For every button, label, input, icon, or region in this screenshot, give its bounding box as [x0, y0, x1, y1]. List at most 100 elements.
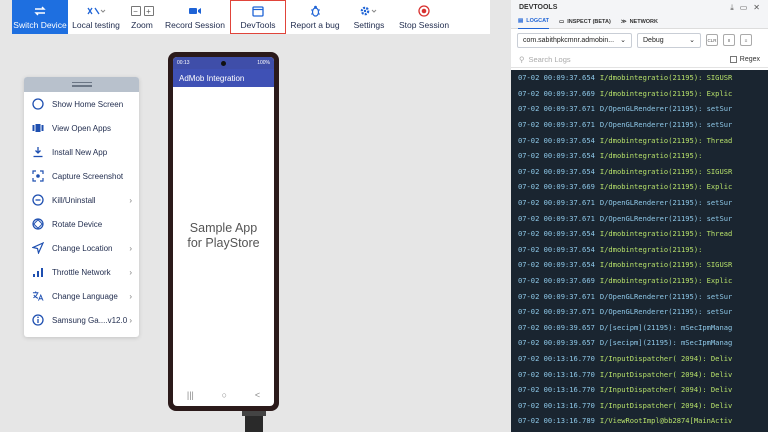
menu-item-install-new-app[interactable]: Install New App	[24, 140, 139, 164]
log-timestamp: 07-02 00:13:16.789	[518, 416, 595, 426]
devtools-button[interactable]: DevTools	[230, 0, 286, 34]
chevron-right-icon: ›	[129, 315, 132, 325]
log-line: 07-02 00:09:37.671 D/OpenGLRenderer(21195…	[511, 195, 768, 211]
local-testing-label: Local testing	[72, 20, 120, 30]
log-message: D/OpenGLRenderer(21195): setSur	[599, 307, 733, 317]
devtools-title: DEVTOOLS	[519, 4, 558, 11]
zoom-icon: − +	[130, 4, 154, 18]
log-timestamp: 07-02 00:09:37.654	[518, 244, 595, 254]
wrap-logs-button[interactable]: ≡	[740, 34, 752, 46]
zoom-label: Zoom	[131, 20, 153, 30]
log-line: 07-02 00:13:16.770 I/InputDispatcher( 209…	[511, 397, 768, 413]
log-timestamp: 07-02 00:09:37.671	[518, 104, 595, 114]
log-line: 07-02 00:09:37.669 I/dmobintegratio(21195…	[511, 179, 768, 195]
menu-drag-handle[interactable]	[24, 77, 139, 92]
devtools-window-icon	[252, 4, 264, 18]
language-icon	[32, 290, 44, 302]
clear-logs-button[interactable]: CLR	[706, 34, 718, 46]
android-nav-bar: ||| ○ <	[173, 384, 274, 406]
zoom-in-button[interactable]: +	[143, 6, 154, 16]
menu-item-change-location[interactable]: Change Location ›	[24, 236, 139, 260]
chevron-right-icon: ›	[129, 243, 132, 253]
drag-handle-icon	[71, 82, 92, 87]
menu-item-label: Capture Screenshot	[52, 171, 124, 181]
regex-checkbox[interactable]	[729, 55, 737, 63]
log-timestamp: 07-02 00:09:37.671	[518, 307, 595, 317]
log-level-select[interactable]: Debug ⌄	[637, 32, 701, 48]
package-select-value: com.sabithpkcmnr.admobin...	[523, 36, 615, 44]
log-output[interactable]: 07-02 00:09:37.654 I/dmobintegratio(21195…	[511, 70, 768, 432]
switch-arrows-icon	[33, 4, 47, 18]
log-line: 07-02 00:09:37.671 D/OpenGLRenderer(21195…	[511, 210, 768, 226]
tab-network[interactable]: ≫ NETWORK	[621, 15, 658, 29]
log-line: 07-02 00:09:37.671 D/OpenGLRenderer(21195…	[511, 288, 768, 304]
menu-item-kill-uninstall[interactable]: Kill/Uninstall ›	[24, 188, 139, 212]
menu-item-change-language[interactable]: Change Language ›	[24, 284, 139, 308]
menu-item-capture-screenshot[interactable]: Capture Screenshot	[24, 164, 139, 188]
tab-label: LOGCAT	[526, 18, 550, 24]
settings-button[interactable]: Settings	[344, 0, 394, 34]
report-bug-label: Report a bug	[290, 20, 340, 30]
log-line: 07-02 00:09:37.654 I/dmobintegratio(21195…	[511, 70, 768, 86]
log-message: I/InputDispatcher( 2094): Deliv	[599, 353, 733, 363]
switch-device-button[interactable]: Switch Device	[12, 0, 68, 34]
log-message: D/OpenGLRenderer(21195): setSur	[599, 291, 733, 301]
chevron-right-icon: ›	[129, 267, 132, 277]
device-screen[interactable]: 00:13 100% AdMob Integration Sample App …	[173, 57, 274, 406]
log-timestamp: 07-02 00:09:37.654	[518, 73, 595, 83]
log-level-value: Debug	[643, 36, 664, 44]
log-message: I/dmobintegratio(21195): Thread	[599, 135, 733, 145]
zoom-out-button[interactable]: −	[130, 6, 141, 16]
menu-item-view-open-apps[interactable]: View Open Apps	[24, 116, 139, 140]
app-body-text-line1: Sample App	[189, 220, 258, 235]
screenshot-icon	[32, 170, 44, 182]
log-line: 07-02 00:13:16.770 I/InputDispatcher( 209…	[511, 382, 768, 398]
log-message: I/InputDispatcher( 2094): Deliv	[599, 369, 733, 379]
menu-item-label: Change Location	[52, 243, 113, 253]
log-message: I/dmobintegratio(21195):	[599, 151, 703, 161]
record-session-button[interactable]: Record Session	[160, 0, 230, 34]
log-message: D/[secipm](21195): mSecIpmManag	[599, 322, 733, 332]
log-timestamp: 07-02 00:09:37.671	[518, 198, 595, 208]
menu-item-show-home-screen[interactable]: Show Home Screen	[24, 92, 139, 116]
stop-session-label: Stop Session	[398, 20, 450, 30]
menu-item-label: Rotate Device	[52, 219, 103, 229]
menu-item-throttle-network[interactable]: Throttle Network ›	[24, 260, 139, 284]
log-message: D/OpenGLRenderer(21195): setSur	[599, 104, 733, 114]
minimize-icon[interactable]: ▭	[740, 3, 748, 13]
local-testing-icon	[86, 4, 106, 18]
kill-icon	[32, 194, 44, 206]
back-nav-button[interactable]: <	[255, 390, 260, 400]
pause-logs-button[interactable]: II	[723, 34, 735, 46]
download-icon[interactable]: ⤓	[730, 3, 734, 13]
log-message: I/InputDispatcher( 2094): Deliv	[599, 385, 733, 395]
log-message: D/[secipm](21195): mSecIpmManag	[599, 338, 733, 348]
report-bug-button[interactable]: Report a bug	[286, 0, 344, 34]
stop-session-button[interactable]: Stop Session	[394, 0, 454, 34]
log-search-input[interactable]: ⚲ Search Logs	[519, 55, 571, 64]
log-timestamp: 07-02 00:09:37.669	[518, 88, 595, 98]
zoom-control[interactable]: − + Zoom	[124, 0, 160, 34]
usb-cable	[242, 411, 266, 432]
open-apps-icon	[32, 122, 44, 134]
search-placeholder: Search Logs	[528, 54, 571, 64]
menu-item-device-info[interactable]: Samsung Ga....v12.0 ›	[24, 308, 139, 332]
log-line: 07-02 00:09:37.654 I/dmobintegratio(21195…	[511, 148, 768, 164]
tab-label: NETWORK	[629, 18, 658, 25]
log-message: I/InputDispatcher( 2094): Deliv	[599, 400, 733, 410]
regex-toggle[interactable]: Regex	[729, 55, 760, 63]
close-icon[interactable]: ✕	[753, 3, 760, 13]
tab-inspect[interactable]: ▭ INSPECT (BETA)	[559, 15, 611, 29]
log-timestamp: 07-02 00:09:37.654	[518, 229, 595, 239]
log-message: I/dmobintegratio(21195): SIGUSR	[599, 73, 733, 83]
log-timestamp: 07-02 00:09:37.671	[518, 213, 595, 223]
tab-logcat[interactable]: ▤ LOGCAT	[518, 15, 550, 29]
recents-nav-button[interactable]: |||	[187, 390, 194, 400]
home-nav-button[interactable]: ○	[222, 390, 227, 400]
local-testing-button[interactable]: Local testing	[68, 0, 124, 34]
log-message: I/ViewRootImpl@bb2874[MainActiv	[599, 416, 733, 426]
menu-item-rotate-device[interactable]: Rotate Device	[24, 212, 139, 236]
menu-item-label: View Open Apps	[52, 123, 112, 133]
package-select[interactable]: com.sabithpkcmnr.admobin... ⌄	[517, 32, 632, 48]
menu-item-label: Change Language	[52, 291, 118, 301]
